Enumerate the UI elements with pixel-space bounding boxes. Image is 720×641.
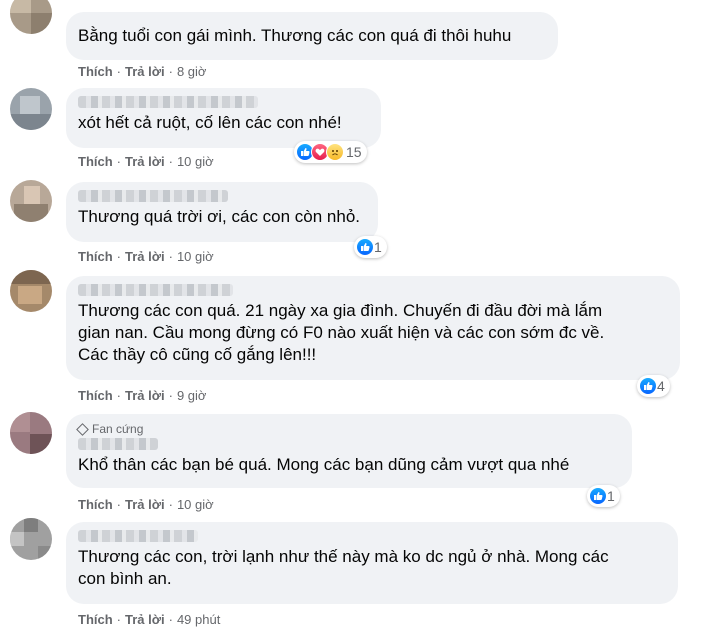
like-button[interactable]: Thích: [78, 497, 113, 512]
comment-bubble: Thương các con quá. 21 ngày xa gia đình.…: [66, 276, 680, 380]
reactions-summary[interactable]: 15: [294, 141, 367, 163]
avatar[interactable]: [10, 88, 52, 130]
timestamp[interactable]: 10 giờ: [177, 249, 214, 264]
reply-button[interactable]: Trả lời: [125, 64, 165, 79]
avatar[interactable]: [10, 412, 52, 454]
timestamp[interactable]: 9 giờ: [177, 388, 207, 403]
comment-text: Bằng tuổi con gái mình. Thương các con q…: [78, 26, 512, 45]
author-name[interactable]: [78, 438, 158, 450]
author-name[interactable]: [78, 190, 228, 202]
timestamp[interactable]: 10 giờ: [177, 497, 214, 512]
reply-button[interactable]: Trả lời: [125, 249, 165, 264]
avatar[interactable]: [10, 0, 52, 34]
like-button[interactable]: Thích: [78, 154, 113, 169]
like-button[interactable]: Thích: [78, 388, 113, 403]
reaction-count: 1: [374, 239, 382, 255]
fan-badge: Fan cứng: [76, 422, 620, 436]
author-name[interactable]: [78, 284, 233, 296]
comment-text: Thương các con, trời lạnh như thế này mà…: [78, 547, 609, 588]
timestamp[interactable]: 49 phút: [177, 612, 220, 627]
timestamp[interactable]: 8 giờ: [177, 64, 207, 79]
like-icon: [356, 238, 374, 256]
diamond-icon: [76, 422, 89, 436]
like-button[interactable]: Thích: [78, 612, 113, 627]
reaction-count: 4: [657, 378, 665, 394]
comment-text: xót hết cả ruột, cố lên các con nhé!: [78, 113, 342, 132]
like-button[interactable]: Thích: [78, 64, 113, 79]
comment-bubble: Thương quá trời ơi, các con còn nhỏ.: [66, 182, 378, 242]
author-name[interactable]: [78, 96, 258, 108]
comment-actions: Thích · Trả lời · 10 giờ: [78, 497, 214, 512]
comment-bubble: xót hết cả ruột, cố lên các con nhé!: [66, 88, 381, 148]
comment-bubble: Fan cứng Khổ thân các bạn bé quá. Mong c…: [66, 414, 632, 488]
reply-button[interactable]: Trả lời: [125, 154, 165, 169]
reactions-summary[interactable]: 1: [587, 485, 620, 507]
comment-actions: Thích · Trả lời · 9 giờ: [78, 388, 207, 403]
comment-actions: Thích · Trả lời · 10 giờ: [78, 249, 214, 264]
reaction-count: 1: [607, 488, 615, 504]
reactions-summary[interactable]: 1: [354, 236, 387, 258]
reply-button[interactable]: Trả lời: [125, 388, 165, 403]
reply-button[interactable]: Trả lời: [125, 497, 165, 512]
timestamp[interactable]: 10 giờ: [177, 154, 214, 169]
comment-text: Khổ thân các bạn bé quá. Mong các bạn dũ…: [78, 455, 570, 474]
avatar[interactable]: [10, 270, 52, 312]
comment-bubble: Bằng tuổi con gái mình. Thương các con q…: [66, 12, 558, 60]
comment-text: Thương các con quá. 21 ngày xa gia đình.…: [78, 301, 605, 364]
comment-actions: Thích · Trả lời · 10 giờ: [78, 154, 214, 169]
like-button[interactable]: Thích: [78, 249, 113, 264]
badge-label: Fan cứng: [92, 422, 144, 436]
avatar[interactable]: [10, 180, 52, 222]
comment-actions: Thích · Trả lời · 8 giờ: [78, 64, 207, 79]
avatar[interactable]: [10, 518, 52, 560]
reactions-summary[interactable]: 4: [637, 375, 670, 397]
comment-text: Thương quá trời ơi, các con còn nhỏ.: [78, 207, 361, 226]
like-icon: [589, 487, 607, 505]
like-icon: [639, 377, 657, 395]
comment-bubble: Thương các con, trời lạnh như thế này mà…: [66, 522, 678, 604]
reaction-count: 15: [346, 144, 362, 160]
reply-button[interactable]: Trả lời: [125, 612, 165, 627]
sad-icon: [326, 143, 344, 161]
comment-actions: Thích · Trả lời · 49 phút: [78, 612, 221, 627]
author-name[interactable]: [78, 530, 198, 542]
